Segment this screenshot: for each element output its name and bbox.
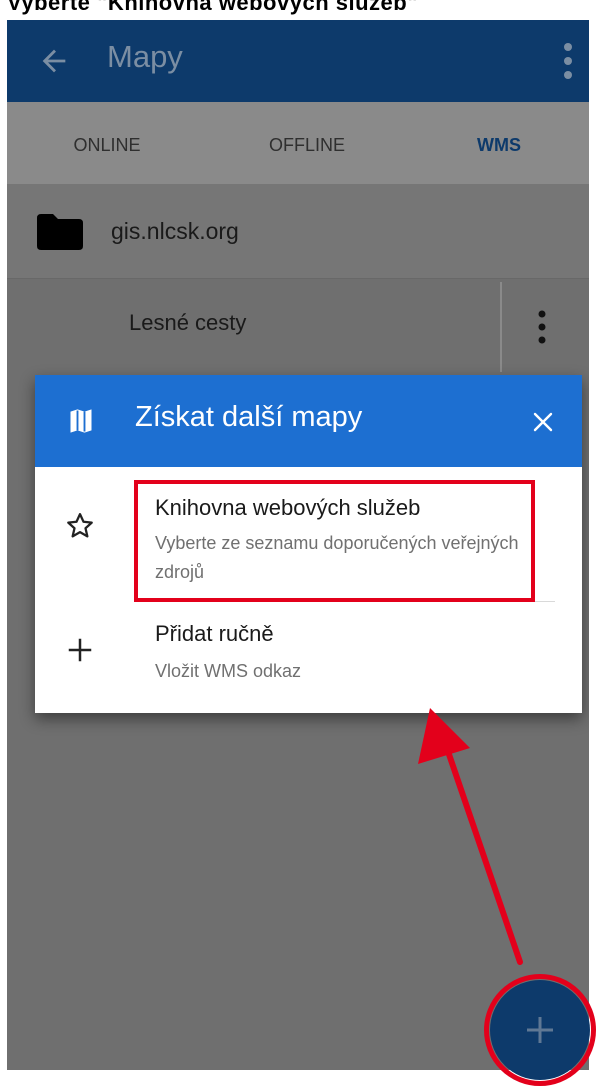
folder-row[interactable]: gis.nlcsk.org — [7, 184, 589, 279]
option-subtitle: Vložit WMS odkaz — [155, 661, 302, 681]
plus-icon — [68, 638, 92, 662]
get-more-maps-dialog: Získat další mapy Knihovna webových služ… — [35, 375, 582, 713]
option-title: Knihovna webových služeb — [155, 495, 421, 520]
close-icon[interactable] — [532, 411, 554, 433]
option-web-services-library[interactable]: Knihovna webových služeb Vyberte ze sezn… — [35, 467, 582, 595]
dialog-title: Získat další mapy — [135, 401, 363, 433]
folder-icon — [37, 214, 83, 250]
more-vert-icon[interactable] — [537, 310, 547, 344]
folder-label: gis.nlcsk.org — [111, 218, 239, 244]
arrow-left-icon[interactable] — [37, 44, 71, 78]
annotation-circle — [484, 974, 596, 1086]
app-bar: Mapy — [7, 20, 589, 102]
star-outline-icon — [67, 513, 93, 538]
map-item-row[interactable]: Lesné cesty — [7, 282, 589, 372]
tab-wms[interactable]: WMS — [409, 102, 589, 184]
map-icon — [70, 409, 92, 433]
caption-text: Vyberte "Knihovna webových služeb" — [7, 0, 419, 15]
tab-online[interactable]: ONLINE — [7, 102, 207, 184]
caption-strip: Vyberte "Knihovna webových služeb" — [7, 0, 589, 20]
dialog-header: Získat další mapy — [35, 375, 582, 467]
row-divider — [500, 282, 502, 372]
option-title: Přidat ručně — [155, 621, 274, 646]
page-title: Mapy — [107, 39, 183, 74]
more-vert-icon[interactable] — [563, 42, 573, 80]
tab-bar: ONLINE OFFLINE WMS — [7, 102, 589, 284]
option-add-manually[interactable]: Přidat ručně Vložit WMS odkaz — [35, 595, 582, 713]
tab-offline[interactable]: OFFLINE — [207, 102, 407, 184]
map-item-label: Lesné cesty — [129, 310, 247, 335]
option-subtitle: Vyberte ze seznamu doporučených veřejnýc… — [155, 533, 519, 582]
phone-screen: Vyberte "Knihovna webových služeb" Mapy … — [7, 0, 589, 1070]
